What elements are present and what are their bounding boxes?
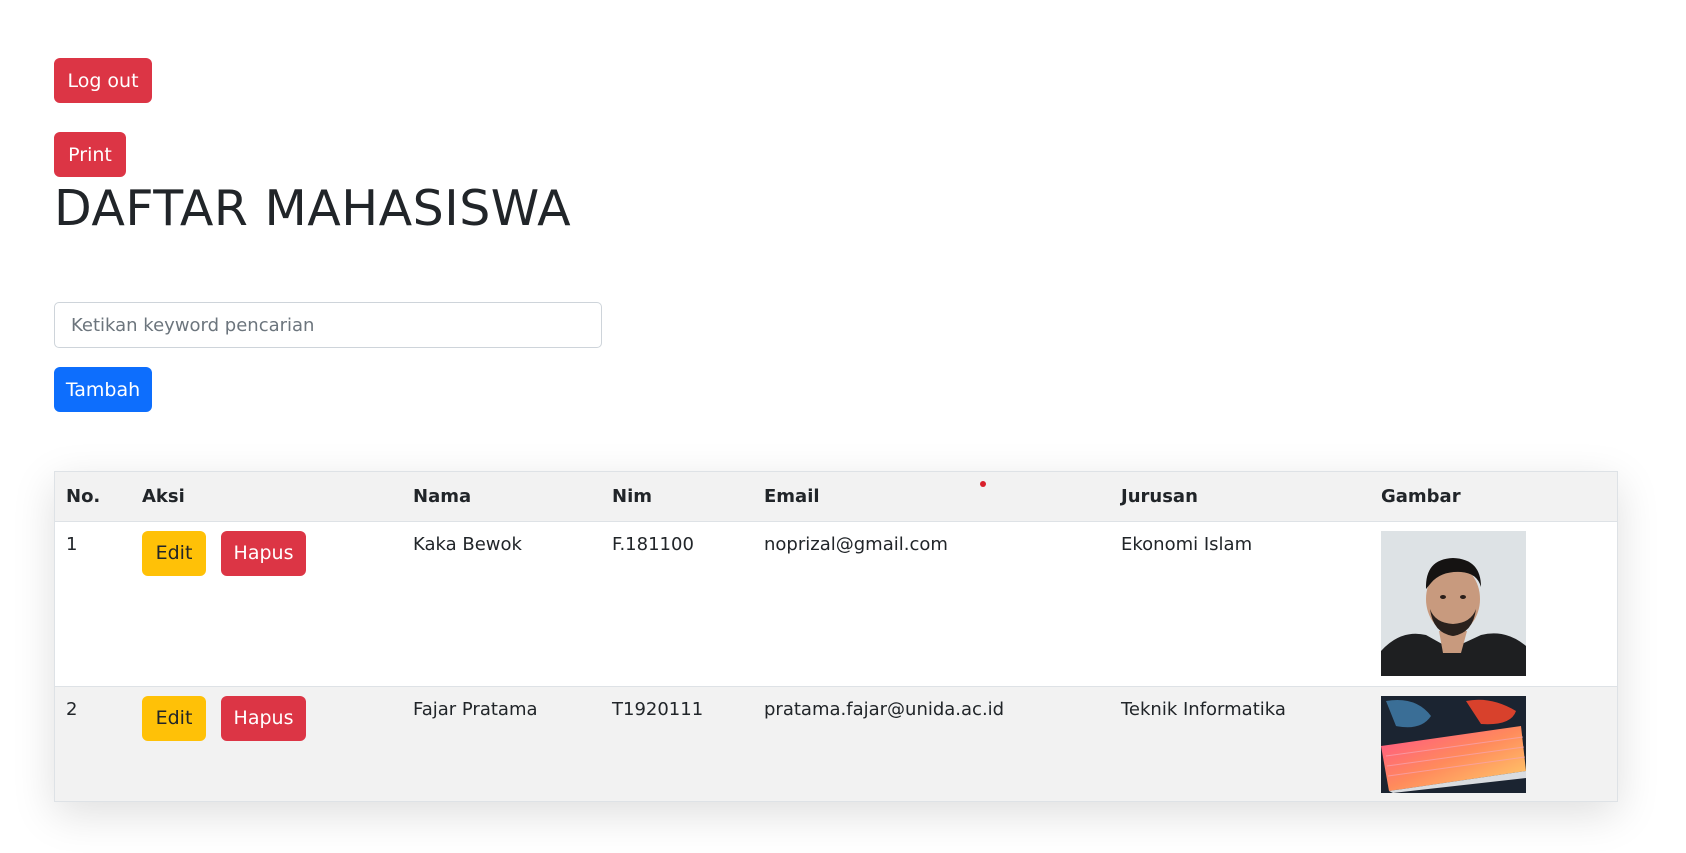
edit-button[interactable]: Edit [142,695,206,741]
cell-gambar [1370,521,1617,686]
header-gambar: Gambar [1370,472,1617,522]
cell-nama: Fajar Pratama [413,698,538,720]
cell-no: 2 [66,698,78,720]
portrait-photo [1381,530,1526,676]
cell-nama: Kaka Bewok [413,533,522,555]
cell-nim: F.181100 [612,533,694,555]
cell-aksi: Edit Hapus [131,521,402,686]
search-input[interactable] [54,302,602,348]
cell-no: 1 [66,533,78,555]
cell-aksi: Edit Hapus [131,686,402,801]
cell-email: pratama.fajar@unida.ac.id [764,698,1005,720]
keyboard-photo [1381,695,1526,793]
cell-jurusan: Ekonomi Islam [1121,533,1253,555]
header-no: No. [55,472,131,522]
cell-email: noprizal@gmail.com [764,533,948,555]
edit-button[interactable]: Edit [142,530,206,576]
header-aksi: Aksi [131,472,402,522]
header-nim: Nim [601,472,753,522]
header-jurusan: Jurusan [1110,472,1370,522]
logout-button[interactable]: Log out [54,58,152,103]
delete-button[interactable]: Hapus [221,695,306,741]
table-row: 1 Edit Hapus Kaka Bewok F.181100 nopriza… [55,521,1617,686]
header-email: Email [753,472,1110,522]
print-button[interactable]: Print [54,132,126,177]
cell-nim: T1920111 [612,698,704,720]
table-row: 2 Edit Hapus Fajar Pratama T1920111 prat… [55,686,1617,801]
header-nama: Nama [402,472,601,522]
table-header-row: No. Aksi Nama Nim Email Jurusan Gambar [55,472,1617,522]
cell-gambar [1370,686,1617,801]
add-button[interactable]: Tambah [54,367,152,412]
page: Log out Print DAFTAR MAHASISWA Tambah No… [0,0,1686,853]
student-table: No. Aksi Nama Nim Email Jurusan Gambar 1… [54,471,1618,802]
delete-button[interactable]: Hapus [221,530,306,576]
cell-jurusan: Teknik Informatika [1121,698,1286,720]
page-title: DAFTAR MAHASISWA [54,180,572,237]
indicator-dot [980,481,986,487]
